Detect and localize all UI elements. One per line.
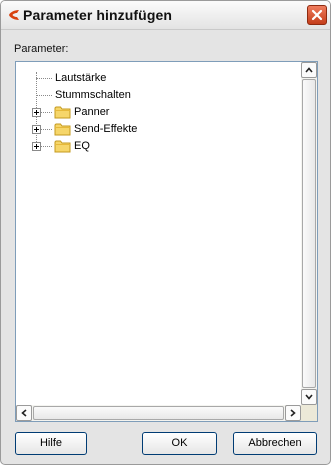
expand-icon[interactable] [32, 142, 41, 151]
cancel-button[interactable]: Abbrechen [233, 432, 317, 455]
tree-item-label: Panner [74, 106, 110, 118]
tree-content: Lautstärke Stummschalten Panner Send-Eff… [16, 62, 301, 405]
tree-item-label: Send-Effekte [74, 123, 138, 135]
dialog-title: Parameter hinzufügen [23, 7, 173, 23]
tree-connector [40, 129, 52, 130]
cubase-logo-icon [9, 10, 19, 20]
arrow-up-icon [305, 67, 313, 73]
scrollbar-corner [301, 405, 317, 421]
close-button[interactable] [307, 5, 327, 25]
add-parameter-dialog: Parameter hinzufügen Parameter: Lautstär… [0, 0, 331, 465]
tree-item-label: Stummschalten [55, 89, 131, 101]
vertical-scroll-thumb[interactable] [302, 79, 316, 388]
arrow-down-icon [305, 394, 313, 400]
tree-item-eq[interactable]: EQ [16, 138, 296, 155]
tree-connector [40, 146, 52, 147]
parameter-label: Parameter: [14, 43, 69, 55]
title-bar[interactable]: Parameter hinzufügen [1, 1, 330, 30]
scroll-right-button[interactable] [285, 405, 301, 421]
arrow-right-icon [290, 409, 296, 417]
arrow-left-icon [21, 409, 27, 417]
scroll-left-button[interactable] [16, 405, 32, 421]
horizontal-scrollbar[interactable] [16, 405, 301, 421]
folder-icon [54, 106, 71, 119]
folder-icon [54, 140, 71, 153]
expand-icon[interactable] [32, 125, 41, 134]
tree-item-label: EQ [74, 140, 90, 152]
help-button[interactable]: Hilfe [15, 432, 87, 455]
close-icon [311, 9, 323, 21]
ok-button[interactable]: OK [142, 432, 217, 455]
scroll-up-button[interactable] [301, 62, 317, 78]
tree-item-stummschalten[interactable]: Stummschalten [16, 87, 296, 104]
tree-item-panner[interactable]: Panner [16, 104, 296, 121]
tree-connector [36, 95, 52, 96]
tree-item-send-effekte[interactable]: Send-Effekte [16, 121, 296, 138]
tree-item-label: Lautstärke [55, 72, 107, 84]
tree-item-lautstaerke[interactable]: Lautstärke [16, 70, 296, 87]
scroll-down-button[interactable] [301, 389, 317, 405]
vertical-scrollbar[interactable] [301, 62, 317, 405]
folder-icon [54, 123, 71, 136]
tree-connector [36, 78, 52, 79]
expand-icon[interactable] [32, 108, 41, 117]
tree-connector [40, 112, 52, 113]
parameter-tree[interactable]: Lautstärke Stummschalten Panner Send-Eff… [15, 61, 318, 422]
horizontal-scroll-thumb[interactable] [33, 406, 284, 420]
